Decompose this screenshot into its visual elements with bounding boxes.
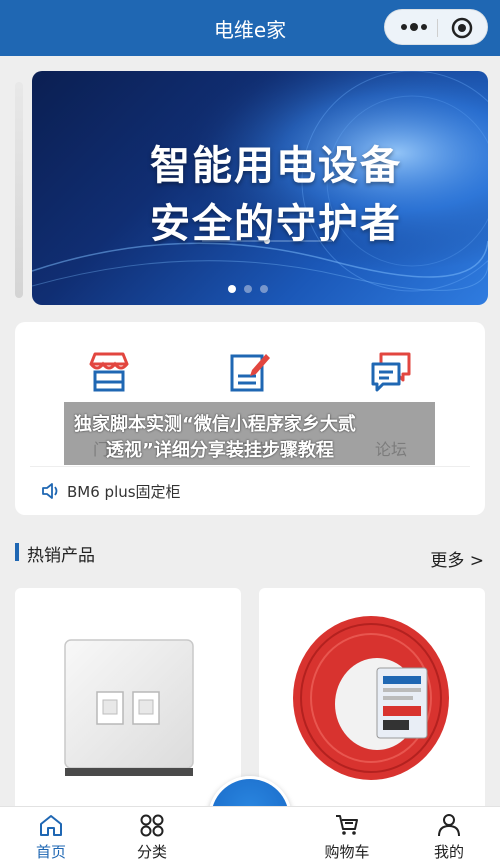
tab-home[interactable]: 首页 bbox=[11, 813, 91, 865]
category-icon bbox=[140, 814, 164, 837]
tab-profile[interactable]: 我的 bbox=[409, 813, 489, 865]
cable-coil-image bbox=[293, 616, 449, 780]
capsule-divider bbox=[437, 19, 438, 37]
cart-icon bbox=[336, 815, 358, 835]
bottom-tabbar: 首页 分类 购物车 我的 bbox=[0, 806, 500, 867]
indicator-dot-active bbox=[228, 285, 236, 293]
banner-headline-2: 安全的守护者 bbox=[150, 201, 402, 247]
user-icon bbox=[438, 814, 460, 837]
prev-banner-peek bbox=[15, 82, 23, 298]
banner-slide[interactable]: 智能用电设备 安全的守护者 bbox=[32, 71, 488, 305]
banner-carousel[interactable]: 智能用电设备 安全的守护者 bbox=[0, 56, 500, 310]
home-icon bbox=[40, 815, 62, 836]
speaker-icon bbox=[42, 483, 58, 499]
overlay-text-line1: 独家脚本实测“微信小程序家乡大贰 bbox=[74, 414, 356, 435]
banner-headline-1: 智能用电设备 bbox=[150, 143, 402, 189]
chat-icon bbox=[371, 352, 411, 392]
product-card-cable[interactable] bbox=[259, 588, 485, 828]
mini-program-capsule[interactable] bbox=[384, 9, 488, 45]
tab-label: 首页 bbox=[35, 843, 66, 861]
overlay-caption: 独家脚本实测“微信小程序家乡大贰 透视”详细分享装挂步骤教程 bbox=[64, 402, 435, 465]
notice-bar[interactable]: BM6 plus固定柜 bbox=[41, 479, 181, 503]
socket-panel-image bbox=[64, 639, 194, 776]
overlay-text-line2: 透视”详细分享装挂步骤教程 bbox=[106, 440, 334, 461]
document-edit-icon bbox=[230, 354, 270, 392]
tab-label: 我的 bbox=[433, 843, 464, 861]
close-target-icon[interactable] bbox=[451, 17, 473, 39]
divider bbox=[30, 466, 470, 467]
indicator-dot bbox=[260, 285, 268, 293]
section-accent-bar bbox=[15, 543, 19, 561]
notice-text: BM6 plus固定柜 bbox=[67, 482, 181, 501]
more-link[interactable]: 更多 > bbox=[430, 546, 484, 571]
indicator-dot bbox=[244, 285, 252, 293]
store-icon bbox=[89, 352, 129, 392]
tab-label: 购物车 bbox=[324, 843, 370, 861]
tab-category[interactable]: 分类 bbox=[112, 813, 192, 865]
more-dots-icon[interactable] bbox=[399, 18, 429, 36]
app-header: 电维e家 bbox=[0, 0, 500, 56]
carousel-indicators bbox=[228, 285, 268, 293]
product-card-socket[interactable] bbox=[15, 588, 241, 828]
section-title: 热销产品 bbox=[27, 546, 95, 566]
tab-cart[interactable]: 购物车 bbox=[307, 813, 387, 865]
tab-label: 分类 bbox=[136, 843, 167, 861]
